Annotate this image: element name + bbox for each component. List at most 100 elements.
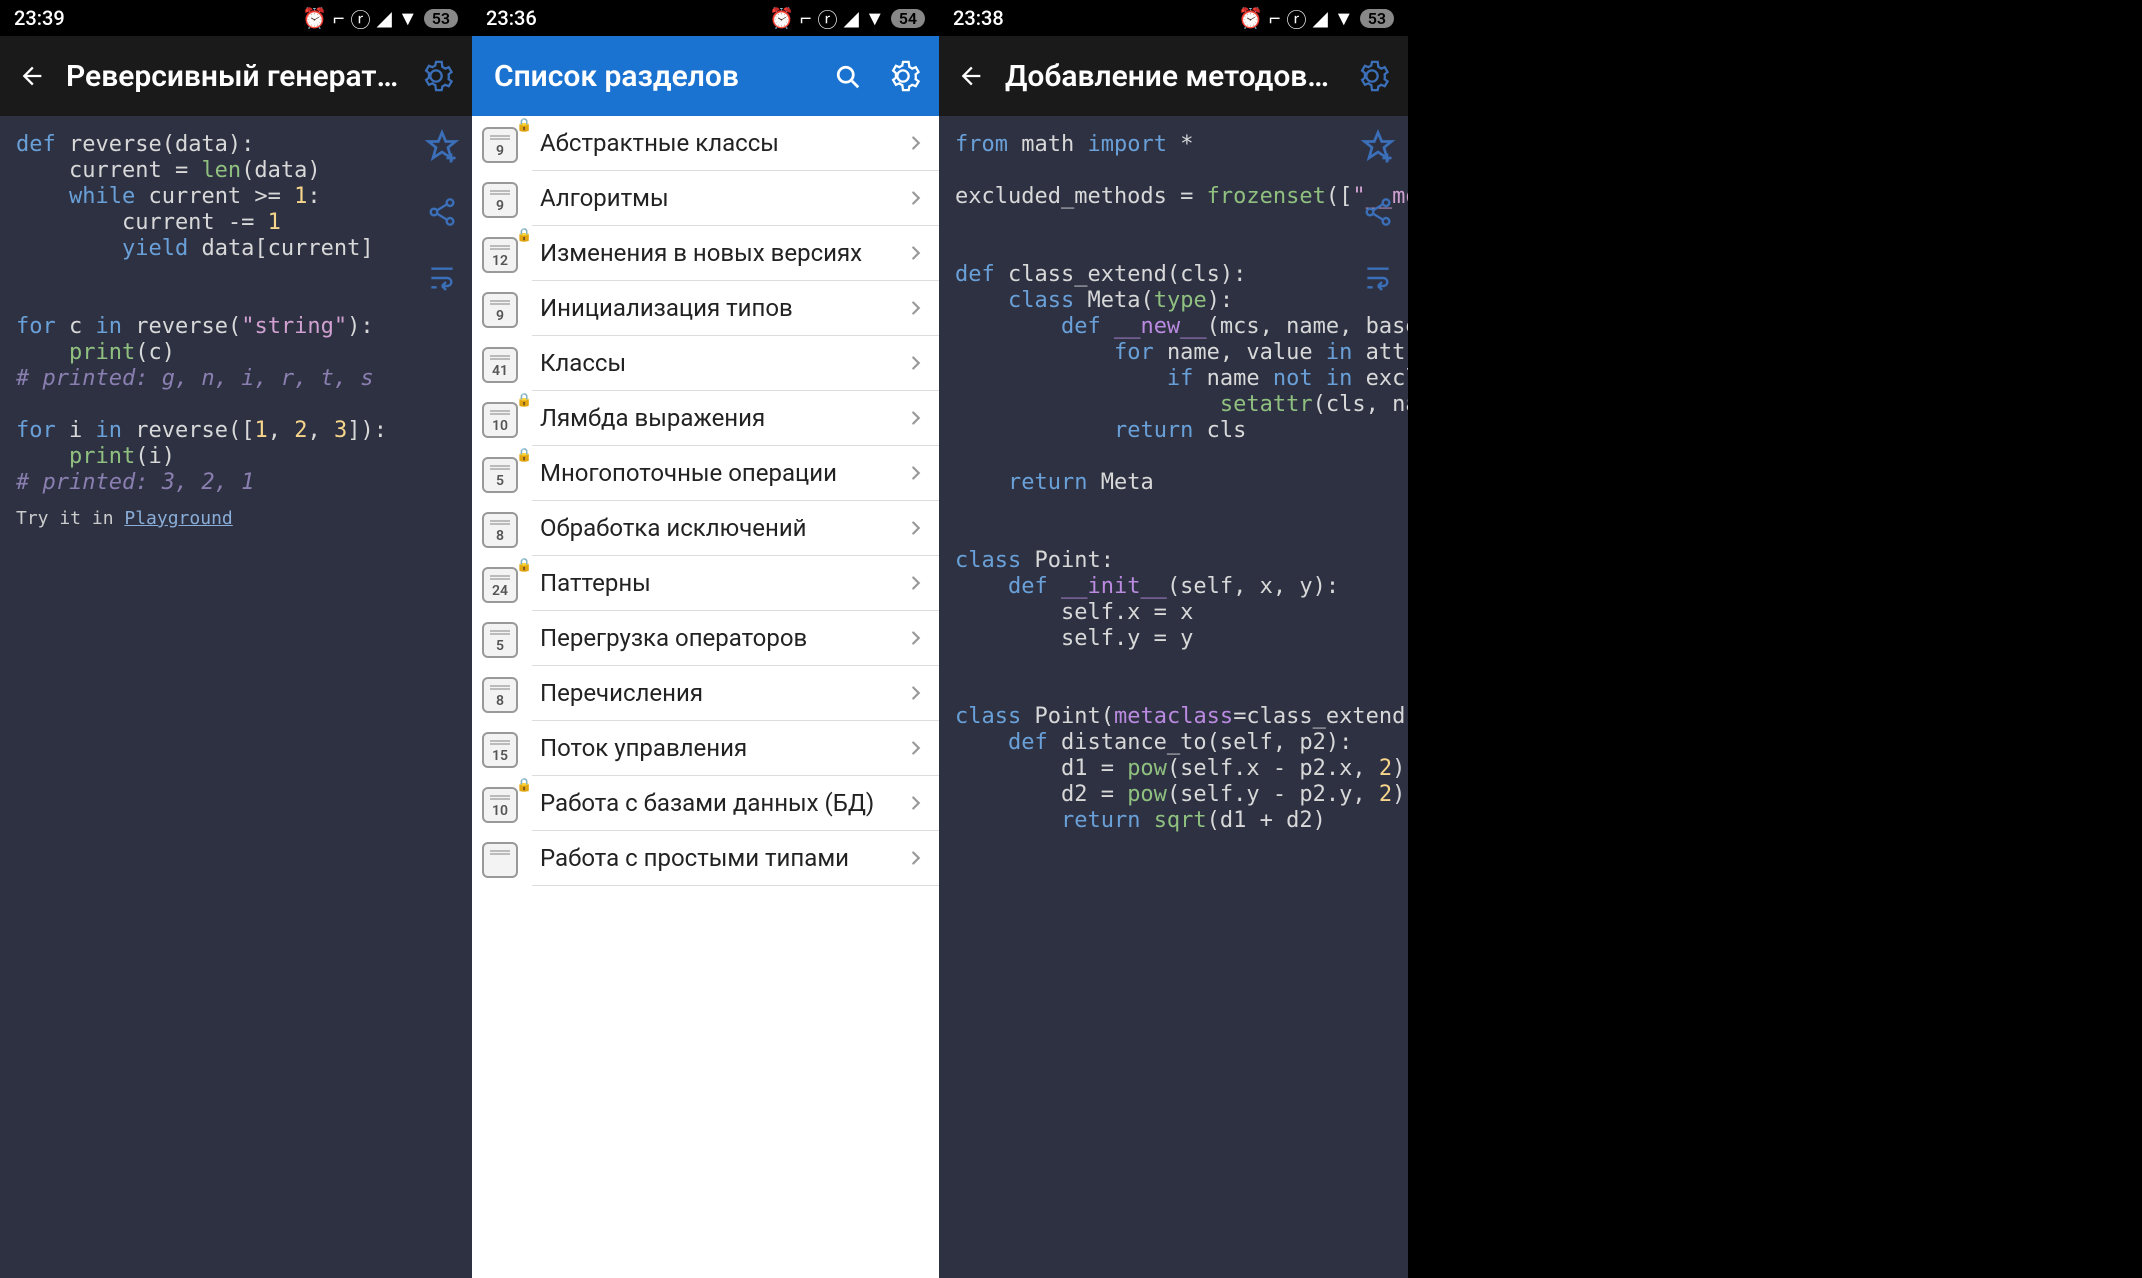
list-item-label: Абстрактные классы xyxy=(540,129,905,157)
chevron-right-icon xyxy=(905,297,927,319)
settings-button[interactable] xyxy=(412,52,460,100)
chevron-right-icon xyxy=(905,462,927,484)
footer-text: Try it in xyxy=(16,508,124,529)
wrap-toggle-button[interactable] xyxy=(1356,256,1400,300)
calendar-icon: 8 xyxy=(482,512,518,548)
list-item-label: Инициализация типов xyxy=(540,294,905,322)
list-item[interactable]: 10🔒Работа с базами данных (БД) xyxy=(472,776,939,831)
share-button[interactable] xyxy=(1356,190,1400,234)
calendar-icon: 24 xyxy=(482,567,518,603)
battery-badge: 54 xyxy=(891,9,925,28)
status-icons: ⏰⌐ⓡ◢▼ 54 xyxy=(769,4,925,33)
list-item-label: Поток управления xyxy=(540,734,905,762)
favorite-button[interactable] xyxy=(420,124,464,168)
search-button[interactable] xyxy=(823,52,871,100)
chevron-right-icon xyxy=(905,792,927,814)
lock-icon: 🔒 xyxy=(516,118,532,133)
chevron-right-icon xyxy=(905,517,927,539)
status-icons: ⏰⌐ⓡ◢▼ 53 xyxy=(1238,4,1394,33)
status-time: 23:38 xyxy=(953,6,1004,30)
chevron-right-icon xyxy=(905,627,927,649)
calendar-icon: 9 xyxy=(482,127,518,163)
list-item-label: Обработка исключений xyxy=(540,514,905,542)
chevron-right-icon xyxy=(905,847,927,869)
calendar-icon: 12 xyxy=(482,237,518,273)
list-item-label: Классы xyxy=(540,349,905,377)
list-item-label: Перечисления xyxy=(540,679,905,707)
list-item-label: Многопоточные операции xyxy=(540,459,905,487)
list-item-label: Паттерны xyxy=(540,569,905,597)
calendar-icon: 10 xyxy=(482,402,518,438)
sections-list[interactable]: 9🔒Абстрактные классы9Алгоритмы12🔒Изменен… xyxy=(472,116,939,1278)
battery-badge: 53 xyxy=(1360,9,1394,28)
pane-code-reverse: 23:39 ⏰⌐ⓡ◢▼ 53 Реверсивный генерат… def … xyxy=(0,0,472,1278)
calendar-icon: 5 xyxy=(482,622,518,658)
calendar-icon: 5 xyxy=(482,457,518,493)
status-time: 23:39 xyxy=(14,6,65,30)
list-item[interactable]: 5🔒 Многопоточные операции xyxy=(472,446,939,501)
chevron-right-icon xyxy=(905,682,927,704)
settings-button[interactable] xyxy=(879,52,927,100)
battery-badge: 53 xyxy=(424,9,458,28)
chevron-right-icon xyxy=(905,352,927,374)
list-item[interactable]: 15 Поток управления xyxy=(472,721,939,776)
list-item[interactable]: 10🔒 Лямбда выражения xyxy=(472,391,939,446)
chevron-right-icon xyxy=(905,407,927,429)
page-title: Добавление методов… xyxy=(999,59,1340,94)
code-viewer[interactable]: def reverse(data): current = len(data) w… xyxy=(0,116,472,1278)
calendar-icon xyxy=(482,842,518,878)
status-time: 23:36 xyxy=(486,6,537,30)
status-bar: 23:36 ⏰⌐ⓡ◢▼ 54 xyxy=(472,0,939,36)
share-button[interactable] xyxy=(420,190,464,234)
settings-button[interactable] xyxy=(1348,52,1396,100)
chevron-right-icon xyxy=(905,242,927,264)
list-item[interactable]: 41Классы xyxy=(472,336,939,391)
back-button[interactable] xyxy=(951,56,991,96)
calendar-icon: 10 xyxy=(482,787,518,823)
list-item-label: Алгоритмы xyxy=(540,184,905,212)
list-item[interactable]: 8 Перечисления xyxy=(472,666,939,721)
calendar-icon: 15 xyxy=(482,732,518,768)
list-item-label: Лямбда выражения xyxy=(540,404,905,432)
page-title: Список разделов xyxy=(484,59,815,94)
playground-footer: Try it in Playground xyxy=(16,496,472,529)
chevron-right-icon xyxy=(905,132,927,154)
code-viewer[interactable]: from math import * excluded_methods = fr… xyxy=(939,116,1408,1278)
status-bar: 23:38 ⏰⌐ⓡ◢▼ 53 xyxy=(939,0,1408,36)
chevron-right-icon xyxy=(905,572,927,594)
list-item[interactable]: 9 Алгоритмы xyxy=(472,171,939,226)
list-item[interactable]: 5 Перегрузка операторов xyxy=(472,611,939,666)
calendar-icon: 9 xyxy=(482,292,518,328)
back-button[interactable] xyxy=(12,56,52,96)
lock-icon: 🔒 xyxy=(516,448,532,463)
calendar-icon: 9 xyxy=(482,182,518,218)
list-item-label: Работа с базами данных (БД) xyxy=(540,789,905,817)
favorite-button[interactable] xyxy=(1356,124,1400,168)
lock-icon: 🔒 xyxy=(516,558,532,573)
list-item[interactable]: 9🔒 Абстрактные классы xyxy=(472,116,939,171)
toolbar: Реверсивный генерат… xyxy=(0,36,472,116)
list-item[interactable]: 8 Обработка исключений xyxy=(472,501,939,556)
playground-link[interactable]: Playground xyxy=(124,508,232,529)
lock-icon: 🔒 xyxy=(516,393,532,408)
side-actions xyxy=(420,124,464,300)
pane-sections-list: 23:36 ⏰⌐ⓡ◢▼ 54 Список разделов 9🔒Абстрак… xyxy=(472,0,939,1278)
list-item-label: Перегрузка операторов xyxy=(540,624,905,652)
list-item[interactable]: Работа с простыми типами xyxy=(472,831,939,886)
pane-code-methods: 23:38 ⏰⌐ⓡ◢▼ 53 Добавление методов… from … xyxy=(939,0,1408,1278)
calendar-icon: 8 xyxy=(482,677,518,713)
toolbar: Список разделов xyxy=(472,36,939,116)
status-bar: 23:39 ⏰⌐ⓡ◢▼ 53 xyxy=(0,0,472,36)
list-item[interactable]: 24🔒 Паттерны xyxy=(472,556,939,611)
lock-icon: 🔒 xyxy=(516,228,532,243)
list-item[interactable]: 9 Инициализация типов xyxy=(472,281,939,336)
status-icons: ⏰⌐ⓡ◢▼ 53 xyxy=(302,4,458,33)
list-item[interactable]: 12🔒 Изменения в новых версиях xyxy=(472,226,939,281)
code-content: def reverse(data): current = len(data) w… xyxy=(16,132,472,496)
page-title: Реверсивный генерат… xyxy=(60,59,404,94)
list-item-label: Изменения в новых версиях xyxy=(540,239,905,267)
toolbar: Добавление методов… xyxy=(939,36,1408,116)
side-actions xyxy=(1356,124,1400,300)
chevron-right-icon xyxy=(905,737,927,759)
wrap-toggle-button[interactable] xyxy=(420,256,464,300)
